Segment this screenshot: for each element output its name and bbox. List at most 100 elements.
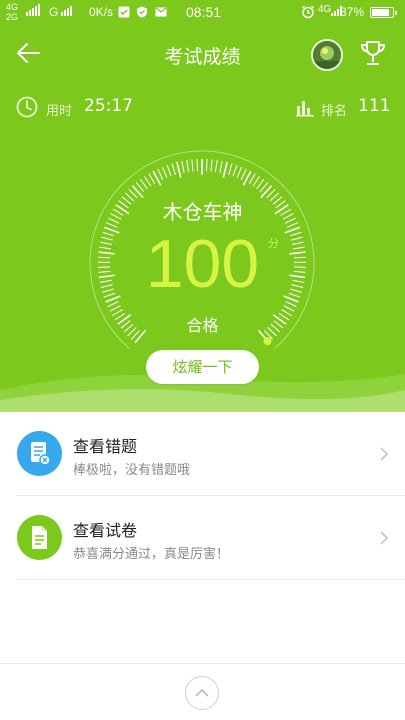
- exam-paper-icon: [17, 515, 62, 560]
- network-label: 4G 2G: [6, 2, 19, 22]
- gauge-tick: [292, 241, 304, 245]
- gauge-tick: [181, 160, 185, 173]
- gauge-tick: [222, 161, 228, 178]
- gauge-tick: [289, 274, 306, 279]
- gauge-tick: [105, 295, 121, 303]
- gauge-tick: [293, 270, 306, 273]
- divider: [16, 579, 405, 580]
- gauge-tick: [290, 236, 303, 241]
- gauge-tick: [291, 284, 304, 288]
- network2-label: G: [49, 5, 59, 19]
- gauge-tick: [98, 256, 111, 259]
- rank-label: 排名: [321, 104, 348, 119]
- signal-icon: [26, 4, 40, 16]
- gauge-tick: [219, 160, 223, 173]
- gauge-tick: [139, 178, 148, 190]
- alarm-icon: [302, 5, 314, 19]
- clock: 08:51: [186, 4, 222, 20]
- network-type: 4G: [318, 4, 332, 15]
- page-title: 考试成绩: [164, 46, 241, 68]
- gauge-tick: [256, 178, 265, 190]
- app-notification-icon: [118, 6, 130, 18]
- signal2-icon: [61, 4, 72, 16]
- gauge-tick: [232, 164, 238, 177]
- gauge-tick: [103, 292, 116, 298]
- gauge-tick: [293, 266, 306, 268]
- gauge-tick: [144, 176, 152, 187]
- shield-icon: [137, 6, 147, 18]
- gauge-tick: [289, 231, 302, 237]
- view-wrong-questions[interactable]: 查看错题 棒极啦，没有错题哦: [0, 412, 405, 496]
- gauge-tick: [283, 305, 295, 312]
- gauge-tick: [148, 173, 156, 185]
- gauge-tick: [290, 288, 302, 293]
- gauge-tick: [248, 173, 256, 185]
- gauge-tick: [292, 279, 305, 283]
- gauge-tick: [288, 292, 301, 298]
- clock-icon: [16, 96, 38, 118]
- wrong-questions-icon: [17, 431, 62, 476]
- gauge-tick: [161, 166, 168, 179]
- battery-icon: [370, 7, 397, 18]
- gauge-tick: [228, 163, 233, 176]
- gauge-tick: [98, 274, 115, 279]
- score-value: 100: [145, 226, 260, 302]
- gauge-tick: [236, 166, 243, 179]
- gauge-tick: [101, 236, 114, 241]
- share-button[interactable]: 炫耀一下: [146, 350, 259, 384]
- gauge-tick: [100, 241, 112, 245]
- avatar[interactable]: [311, 39, 343, 71]
- gauge-tick: [103, 226, 120, 234]
- gauge-tick: [100, 284, 113, 288]
- time-label: 用时: [46, 104, 73, 119]
- bottom-divider: [0, 663, 405, 664]
- gauge-tick: [171, 163, 176, 176]
- status-bar: 4G 2G G 0K/s 08:51 4G 87%: [0, 0, 405, 26]
- avatar-image: [313, 41, 341, 69]
- gauge-tick: [196, 159, 199, 172]
- gauge-tick: [214, 160, 218, 173]
- gauge-tick: [252, 176, 260, 187]
- list-item-subtitle: 棒极啦，没有错题哦: [73, 463, 191, 478]
- gauge-tick: [176, 161, 182, 178]
- scroll-up-button[interactable]: [185, 676, 219, 710]
- gauge-tick: [205, 159, 208, 172]
- battery-percent: 87%: [340, 5, 365, 19]
- gauge-tick: [191, 159, 194, 172]
- gauge-tick: [107, 301, 119, 308]
- list-item-subtitle: 恭喜满分通过，真是厉害！: [73, 547, 230, 562]
- gauge-tick: [186, 160, 190, 173]
- list-item-title: 查看试卷: [73, 521, 138, 540]
- gauge-tick: [285, 301, 297, 308]
- gauge-tick: [283, 295, 299, 303]
- rank-title: 木仓车神: [162, 200, 243, 224]
- rank-value: 111: [358, 96, 391, 116]
- gauge-tick: [98, 251, 115, 255]
- score-unit: 分: [268, 237, 279, 250]
- gauge-tick: [210, 159, 213, 172]
- pass-verdict: 合格: [186, 316, 219, 335]
- net-speed: 0K/s: [89, 5, 114, 19]
- chevron-right-icon: [380, 531, 389, 545]
- gauge-tick: [109, 305, 121, 312]
- gauge-tick: [157, 168, 164, 180]
- gauge-tick: [240, 168, 247, 180]
- gauge-tick: [292, 246, 305, 250]
- gauge-tick: [98, 266, 111, 268]
- time-value: 25:17: [84, 96, 133, 116]
- gauge-tick: [102, 288, 114, 293]
- list-item-title: 查看错题: [73, 437, 138, 456]
- gauge-tick: [284, 226, 301, 234]
- chevron-right-icon: [380, 447, 389, 461]
- chevron-up-icon: [195, 688, 209, 697]
- gauge-tick: [98, 270, 111, 273]
- gauge-indicator: [263, 337, 272, 346]
- gauge-tick: [99, 246, 112, 250]
- mail-icon: [155, 7, 167, 17]
- gauge-tick: [99, 279, 112, 283]
- gauge-tick: [102, 231, 115, 237]
- view-exam-paper[interactable]: 查看试卷 恭喜满分通过，真是厉害！: [0, 496, 405, 580]
- gauge-tick: [293, 256, 306, 259]
- gauge-tick: [289, 251, 306, 255]
- trophy-icon[interactable]: [357, 37, 389, 69]
